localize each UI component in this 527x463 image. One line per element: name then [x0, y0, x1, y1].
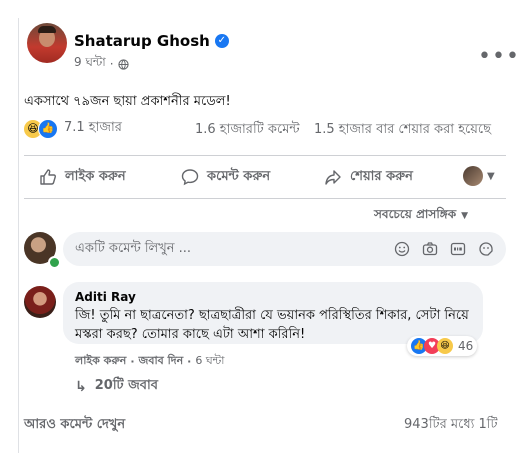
share-arrow-icon	[324, 168, 342, 186]
profile-mini-avatar	[463, 166, 483, 186]
haha-reaction-icon: 😆	[437, 338, 453, 354]
chevron-down-icon: ▼	[487, 170, 495, 182]
camera-icon[interactable]	[422, 241, 438, 257]
gif-icon[interactable]	[450, 241, 466, 257]
online-status-dot	[48, 256, 61, 269]
divider	[24, 155, 506, 156]
comment-reply-link[interactable]: জবাব দিন	[139, 352, 184, 371]
share-button[interactable]: শেয়ার করুন	[324, 162, 413, 192]
sticker-icon[interactable]	[478, 241, 494, 257]
comment-counter: 943টির মধ্যে 1টি	[404, 417, 498, 432]
comment-count[interactable]: 1.6 হাজারটি কমেন্ট	[195, 120, 300, 141]
comment-button[interactable]: কমেন্ট করুন	[181, 162, 270, 192]
verified-badge-icon: ✓	[214, 34, 229, 48]
like-button-label: লাইক করুন	[65, 168, 126, 184]
comment-time[interactable]: 6 ঘন্টা	[195, 352, 224, 371]
author-avatar[interactable]	[27, 23, 67, 63]
reactions-summary[interactable]: 😆 👍 7.1 হাজার	[24, 118, 122, 139]
comment-bubble: Aditi Ray জি! তুমি না ছাত্রনেতা? ছাত্রছা…	[63, 282, 483, 344]
share-count[interactable]: 1.5 হাজার বার শেয়ার করা হয়েছে	[314, 120, 491, 141]
share-button-label: শেয়ার করুন	[350, 168, 413, 184]
emoji-icon[interactable]	[394, 241, 410, 257]
comment-sort-dropdown[interactable]: সবচেয়ে প্রাসঙ্গিক ▼	[374, 206, 468, 226]
sort-label: সবচেয়ে প্রাসঙ্গিক	[374, 207, 457, 221]
more-options-icon[interactable]: •••	[478, 44, 520, 69]
commenter-avatar[interactable]	[24, 286, 56, 318]
post-time[interactable]: 9 ঘন্টা	[74, 54, 106, 74]
post-card: Shatarup Ghosh ✓ 9 ঘন্টা · ••• একসাথে ৭৯…	[18, 18, 519, 453]
separator-dot: ·	[187, 355, 192, 368]
post-text: একসাথে ৭৯জন ছায়া প্রকাশনীর মডেল!	[24, 94, 231, 109]
comment-bubble-icon	[181, 168, 199, 186]
author-name[interactable]: Shatarup Ghosh	[74, 32, 210, 50]
chevron-down-icon: ▼	[461, 211, 469, 221]
comment-reaction-count: 46	[458, 339, 474, 353]
divider	[24, 198, 506, 199]
like-button[interactable]: লাইক করুন	[39, 162, 126, 192]
like-reaction-icon: 👍	[38, 118, 58, 139]
comment-like-link[interactable]: লাইক করুন	[75, 352, 126, 371]
comment-reactions[interactable]: 👍 ♥ 😆 46	[407, 336, 478, 356]
reply-arrow-icon: ↳	[75, 378, 87, 395]
view-replies-link[interactable]: ↳ 20টি জবাব	[75, 376, 158, 397]
commenter-name[interactable]: Aditi Ray	[75, 290, 136, 304]
view-more-comments-link[interactable]: আরও কমেন্ট দেখুন	[24, 415, 125, 436]
reaction-count[interactable]: 7.1 হাজার	[64, 118, 122, 139]
comment-input[interactable]: একটি কমেন্ট লিখুন ...	[75, 239, 394, 260]
globe-icon	[117, 58, 129, 70]
comment-input-box[interactable]: একটি কমেন্ট লিখুন ...	[63, 232, 506, 266]
thumbs-up-icon	[39, 168, 57, 186]
reaction-profile-selector[interactable]: ▼	[463, 166, 495, 186]
replies-count: 20টি জবাব	[94, 378, 159, 393]
separator-dot: ·	[130, 355, 135, 368]
separator-dot: ·	[109, 57, 114, 71]
comment-button-label: কমেন্ট করুন	[207, 168, 271, 184]
